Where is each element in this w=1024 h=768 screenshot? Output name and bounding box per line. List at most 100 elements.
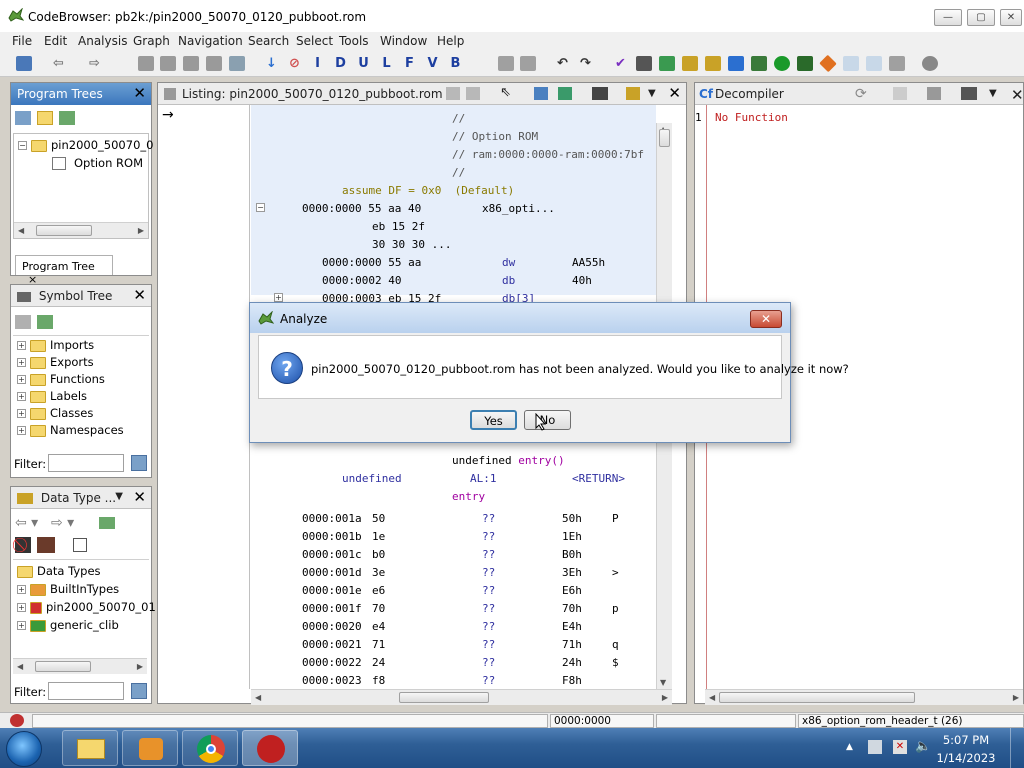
symbol-tool-icon-2[interactable] xyxy=(37,315,53,329)
action-center-icon[interactable]: ✕ xyxy=(893,740,907,754)
taskbar-ghidra[interactable] xyxy=(242,730,298,766)
tree-item-functions[interactable]: + Functions xyxy=(17,372,105,386)
tree-icon[interactable] xyxy=(15,111,31,125)
filter-options-icon[interactable] xyxy=(131,455,147,471)
save-icon[interactable] xyxy=(16,56,32,71)
clock-date[interactable]: 1/14/2023 xyxy=(936,751,996,765)
export-icon[interactable] xyxy=(927,87,941,100)
data-row-a[interactable]: 0000:001d xyxy=(302,566,362,579)
tree-item-classes[interactable]: + Classes xyxy=(17,406,93,420)
code-line[interactable]: 0000:0000 55 aa xyxy=(322,256,421,269)
snapshot-icon[interactable] xyxy=(592,87,608,100)
minimize-button[interactable]: — xyxy=(934,9,962,26)
tool-icon-2[interactable] xyxy=(520,56,536,71)
tree-item-labels[interactable]: + Labels xyxy=(17,389,87,403)
code-label[interactable]: x86_opti... xyxy=(482,202,555,215)
chevron-down-icon[interactable]: ▼ xyxy=(115,491,123,502)
close-icon[interactable]: ✕ xyxy=(1011,86,1024,104)
edit-fields-icon[interactable] xyxy=(626,87,640,100)
taskbar-media-player[interactable] xyxy=(122,730,178,766)
close-icon[interactable]: ✕ xyxy=(133,288,146,303)
menu-graph[interactable]: Graph xyxy=(133,34,170,48)
redo-icon[interactable]: ↷ xyxy=(577,55,594,72)
no-button[interactable]: No xyxy=(524,410,571,430)
undefined-nav-icon[interactable]: U xyxy=(355,55,372,72)
collapse-all-icon[interactable] xyxy=(73,538,87,552)
tool-icon-7[interactable] xyxy=(751,56,767,71)
symbol-tool-icon-1[interactable] xyxy=(15,315,31,329)
tree-item-exports[interactable]: + Exports xyxy=(17,355,94,369)
diff-icon[interactable] xyxy=(558,87,572,100)
network-icon[interactable] xyxy=(868,740,882,754)
collapse-icon[interactable]: − xyxy=(256,203,265,212)
bytes-nav-icon[interactable]: B xyxy=(447,55,464,72)
maximize-button[interactable]: ▢ xyxy=(967,9,995,26)
copy-icon[interactable] xyxy=(893,87,907,100)
tool-icon-3[interactable] xyxy=(636,56,652,71)
data-row-a[interactable]: 0000:001e xyxy=(302,584,362,597)
nav-icon-1[interactable] xyxy=(138,56,154,71)
close-icon[interactable]: ✕ xyxy=(668,86,681,101)
nav-icon-4[interactable] xyxy=(206,56,222,71)
taskbar-explorer[interactable] xyxy=(62,730,118,766)
tool-icon-5[interactable] xyxy=(682,56,698,71)
symbol-filter-input[interactable] xyxy=(48,454,124,472)
undo-icon[interactable]: ↶ xyxy=(554,55,571,72)
close-window-button[interactable]: ✕ xyxy=(1000,9,1022,26)
nav-icon-5[interactable] xyxy=(229,56,245,71)
cursor-icon[interactable]: ⇖ xyxy=(500,85,511,100)
data-row-a[interactable]: 0000:0022 xyxy=(302,656,362,669)
menu-edit[interactable]: Edit xyxy=(44,34,67,48)
tree-item-generic-clib[interactable]: + generic_clib xyxy=(17,618,119,632)
data-type-tool-icon[interactable] xyxy=(99,517,115,529)
horizontal-scrollbar[interactable]: ◀ ▶ xyxy=(13,658,147,674)
menu-navigation[interactable]: Navigation xyxy=(178,34,243,48)
menu-select[interactable]: Select xyxy=(296,34,333,48)
collapse-icon[interactable]: − xyxy=(18,141,27,150)
data-row-a[interactable]: 0000:001c xyxy=(302,548,362,561)
nav-icon-3[interactable] xyxy=(183,56,199,71)
filter-options-icon[interactable] xyxy=(131,683,147,699)
show-desktop-button[interactable] xyxy=(1010,728,1024,768)
menu-file[interactable]: File xyxy=(12,34,32,48)
data-type-filter-input[interactable] xyxy=(48,682,124,700)
decompile-icon[interactable] xyxy=(728,56,744,71)
field-icon[interactable] xyxy=(534,87,548,100)
tree-item-option-rom[interactable]: Option ROM xyxy=(52,156,143,170)
tool-icon-6[interactable] xyxy=(705,56,721,71)
tool-icon-11[interactable] xyxy=(866,56,882,71)
horizontal-scrollbar[interactable]: ◀ ▶ xyxy=(14,222,148,238)
tool-icon-12[interactable] xyxy=(889,56,905,71)
back-icon[interactable]: ⇦ ▾ xyxy=(15,515,38,531)
menu-tools[interactable]: Tools xyxy=(339,34,369,48)
menu-search[interactable]: Search xyxy=(248,34,289,48)
menu-analysis[interactable]: Analysis xyxy=(78,34,127,48)
menu-window[interactable]: Window xyxy=(380,34,427,48)
stop-icon[interactable]: ⊘ xyxy=(286,55,303,72)
nav-icon-2[interactable] xyxy=(160,56,176,71)
tree-item-builtin[interactable]: + BuiltInTypes xyxy=(17,582,119,596)
down-arrow-icon[interactable]: ↓ xyxy=(263,55,280,72)
close-icon[interactable]: ✕ xyxy=(133,86,146,101)
value-nav-icon[interactable]: V xyxy=(424,55,441,72)
data-row-a[interactable]: 0000:0020 xyxy=(302,620,362,633)
data-row-a[interactable]: 0000:001a xyxy=(302,512,362,525)
expand-icon[interactable]: + xyxy=(274,293,283,302)
data-row-a[interactable]: 0000:001b xyxy=(302,530,362,543)
data-row-a[interactable]: 0000:0023 xyxy=(302,674,362,687)
menu-help[interactable]: Help xyxy=(437,34,464,48)
close-icon[interactable]: ✕ xyxy=(133,490,146,505)
tree-item-root[interactable]: − pin2000_50070_0 xyxy=(18,138,153,152)
tree-item-program-types[interactable]: + pin2000_50070_01 xyxy=(17,600,156,614)
chevron-down-icon[interactable]: ▼ xyxy=(648,88,656,99)
tray-expand-icon[interactable]: ▲ xyxy=(846,742,853,752)
yes-button[interactable]: Yes xyxy=(470,410,517,430)
taskbar-chrome[interactable] xyxy=(182,730,238,766)
tree-item-imports[interactable]: + Imports xyxy=(17,338,94,352)
forward-icon[interactable]: ⇨ xyxy=(86,55,103,72)
data-row-a[interactable]: 0000:001f xyxy=(302,602,362,615)
clock-time[interactable]: 5:07 PM xyxy=(936,733,996,747)
forward-icon[interactable]: ⇨ ▾ xyxy=(51,515,74,531)
back-icon[interactable]: ⇦ xyxy=(50,55,67,72)
label-nav-icon[interactable]: L xyxy=(378,55,395,72)
